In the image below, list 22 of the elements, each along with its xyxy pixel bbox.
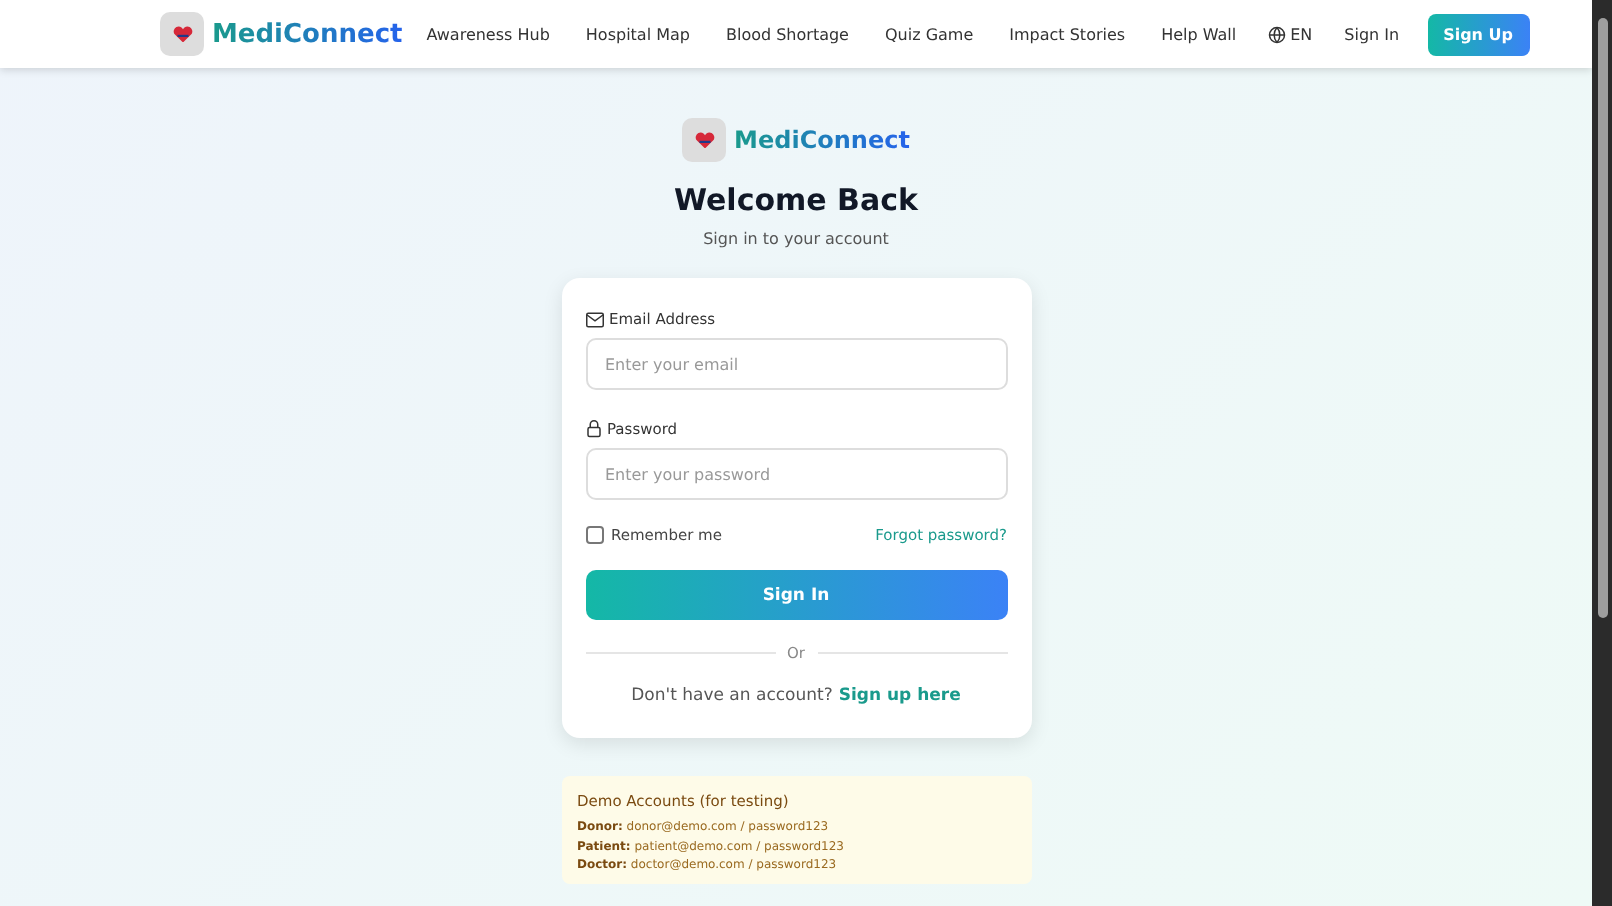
nav-link[interactable]: Hospital Map xyxy=(585,25,690,43)
logo-icon xyxy=(160,12,204,56)
page-title: Welcome Back xyxy=(674,182,918,218)
email-input-field[interactable]: Enter your email xyxy=(585,338,1007,390)
nav-link[interactable]: Quiz Game xyxy=(884,25,974,43)
password-input-field[interactable]: Enter your password xyxy=(585,448,1007,500)
nav-link[interactable]: Awareness Hub xyxy=(426,25,550,43)
mail-icon xyxy=(585,311,603,327)
signup-prompt: Don't have an account? xyxy=(631,686,833,706)
sign-in-link[interactable]: Sign In xyxy=(1344,25,1400,43)
remember-checkbox[interactable] xyxy=(585,526,603,544)
lock-icon xyxy=(585,420,601,438)
brand-name: MediConnect xyxy=(734,126,910,154)
page-subtitle: Sign in to your account xyxy=(703,230,889,248)
globe-icon xyxy=(1268,25,1287,43)
brand-name[interactable]: MediConnect xyxy=(212,19,403,49)
scrollbar[interactable] xyxy=(1592,0,1612,906)
nav-link[interactable]: Impact Stories xyxy=(1009,25,1126,43)
logo-icon xyxy=(682,118,727,162)
language-selector[interactable]: EN xyxy=(1268,25,1313,43)
nav-link[interactable]: Help Wall xyxy=(1161,25,1237,43)
nav-link[interactable]: Blood Shortage xyxy=(725,25,849,43)
